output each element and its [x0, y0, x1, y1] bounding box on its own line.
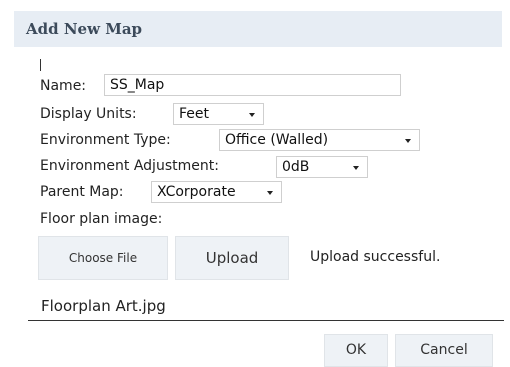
text-cursor	[40, 59, 41, 71]
upload-button[interactable]: Upload	[175, 236, 289, 280]
parent-map-value: XCorporate	[157, 184, 236, 200]
environment-type-value: Office (Walled)	[225, 132, 329, 148]
display-units-select[interactable]: Feet	[173, 103, 264, 125]
cancel-button[interactable]: Cancel	[395, 334, 493, 367]
environment-adjustment-value: 0dB	[282, 159, 310, 175]
chevron-down-icon	[405, 139, 411, 143]
floor-plan-label: Floor plan image:	[40, 211, 163, 227]
upload-status: Upload successful.	[310, 249, 441, 265]
chevron-down-icon	[249, 113, 255, 117]
environment-type-label: Environment Type:	[40, 132, 171, 148]
name-label: Name:	[40, 78, 87, 94]
name-input-value: SS_Map	[110, 77, 165, 93]
choose-file-button[interactable]: Choose File	[38, 236, 168, 280]
selected-file-name: Floorplan Art.jpg	[41, 297, 166, 315]
environment-adjustment-select[interactable]: 0dB	[276, 156, 368, 178]
display-units-label: Display Units:	[40, 106, 137, 122]
dialog-title: Add New Map	[26, 20, 143, 38]
dialog-titlebar: Add New Map	[14, 11, 502, 47]
environment-adjustment-label: Environment Adjustment:	[40, 158, 219, 174]
divider	[28, 320, 504, 321]
chevron-down-icon	[353, 166, 359, 170]
chevron-down-icon	[267, 191, 273, 195]
parent-map-select[interactable]: XCorporate	[151, 181, 282, 203]
name-input[interactable]: SS_Map	[104, 74, 401, 96]
parent-map-label: Parent Map:	[40, 184, 124, 200]
display-units-value: Feet	[179, 106, 210, 122]
environment-type-select[interactable]: Office (Walled)	[219, 129, 420, 151]
ok-button[interactable]: OK	[324, 334, 388, 367]
